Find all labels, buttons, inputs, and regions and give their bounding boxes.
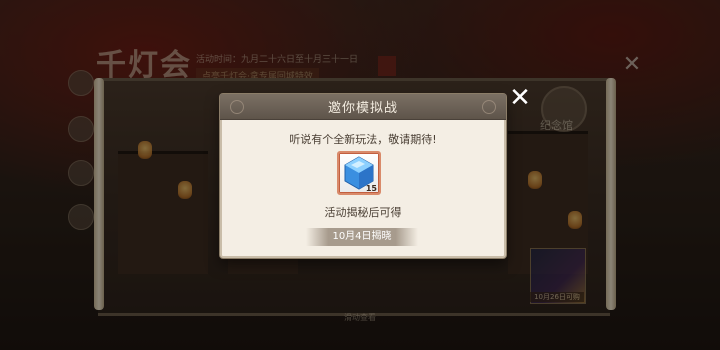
reveal-date-badge: 10月4日揭晓 — [306, 228, 418, 246]
item-caption: 活动揭秘后可得 — [324, 206, 402, 219]
close-icon[interactable]: ✕ — [506, 84, 534, 112]
header-flourish-icon — [482, 100, 496, 114]
modal-message: 听说有个全新玩法，敬请期待! — [289, 133, 437, 146]
invite-modal: 邀你模拟战 听说有个全新玩法，敬请期待! 15 活动揭秘后可得 10月4日揭晓 — [220, 94, 506, 258]
reward-item-slot[interactable]: 15 — [337, 151, 381, 195]
item-count: 15 — [365, 184, 377, 193]
header-flourish-icon — [230, 100, 244, 114]
modal-title: 邀你模拟战 — [327, 101, 398, 116]
modal-header: 邀你模拟战 — [220, 94, 506, 120]
